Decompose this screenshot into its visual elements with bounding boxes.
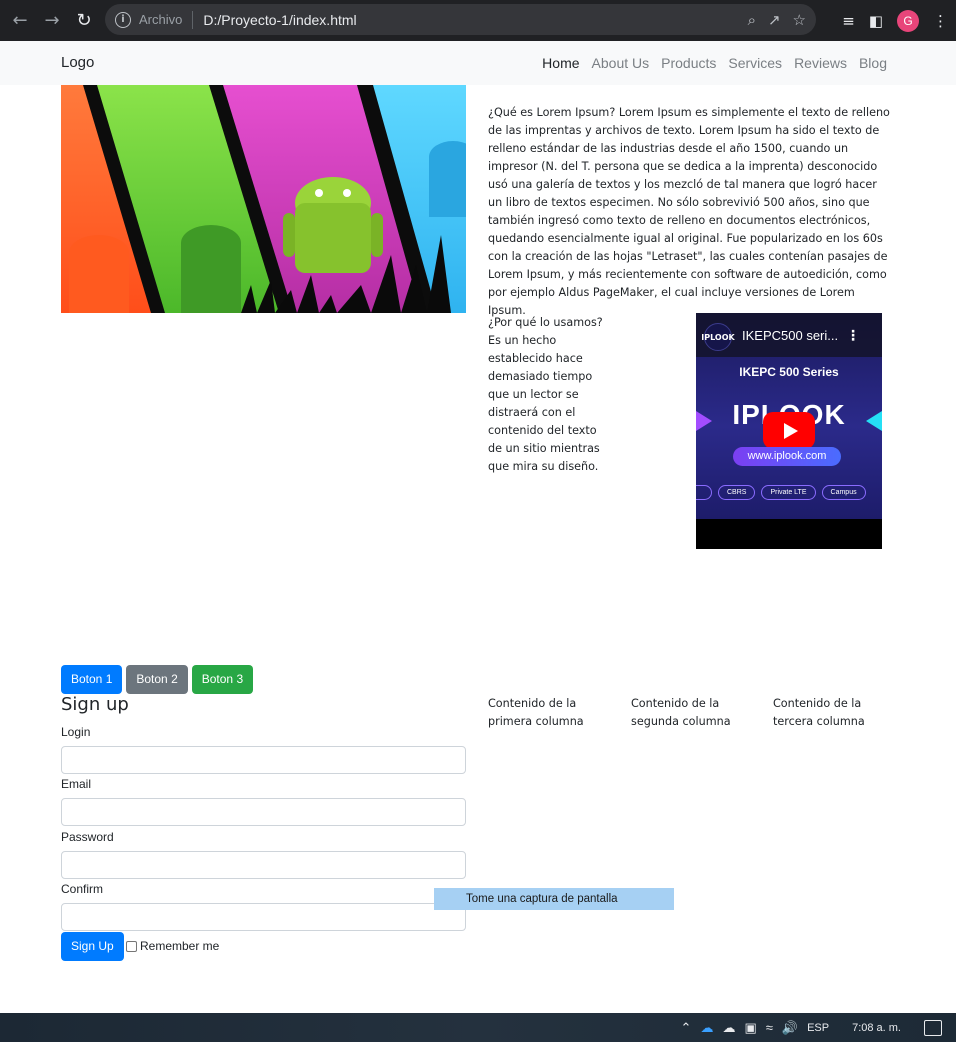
notification-icon[interactable] (924, 1019, 942, 1036)
zoom-icon[interactable]: ⌕ (748, 11, 756, 29)
hero-image (61, 85, 466, 313)
reload-icon[interactable]: ↻ (68, 5, 100, 37)
login-label: Login (61, 725, 91, 739)
remember-me[interactable]: Remember me (126, 939, 219, 953)
login-input[interactable] (61, 746, 466, 774)
password-label: Password (61, 830, 114, 844)
column-1: Contenido de la primera columna (488, 697, 584, 728)
nav-link-about[interactable]: About Us (592, 55, 650, 71)
play-button-icon[interactable] (763, 412, 815, 449)
confirm-input[interactable] (61, 903, 466, 931)
bookmark-star-icon[interactable]: ☆ (793, 11, 806, 29)
why-paragraph: ¿Por qué lo usamos? Es un hecho establec… (488, 316, 603, 473)
system-tray: ⌃ ☁ ☁ ▣ ≈ 🔊 ESP 7:08 a. m. (681, 1013, 942, 1042)
email-input[interactable] (61, 798, 466, 826)
profile-avatar[interactable]: G (897, 9, 919, 32)
video-series-text: IKEPC 500 Series (739, 365, 839, 379)
url-text[interactable]: D:/Proyecto-1/index.html (203, 12, 356, 28)
site-label: Archivo (139, 12, 183, 27)
side-panel-icon[interactable]: ◧ (869, 12, 883, 30)
video-thumbnail: IPLOOK IKEPC500 seri... ⋮ IKEPC 500 Seri… (696, 313, 882, 519)
address-bar[interactable]: i Archivo D:/Proyecto-1/index.html ⌕ ↗ ☆ (105, 4, 816, 35)
nav-link-products[interactable]: Products (661, 55, 716, 71)
nav-links: Home About Us Products Services Reviews … (542, 55, 887, 71)
boton-2-button[interactable]: Boton 2 (126, 665, 188, 694)
divider (192, 10, 194, 29)
boton-1-button[interactable]: Boton 1 (61, 665, 123, 694)
navbar-brand[interactable]: Logo (61, 54, 94, 71)
info-icon[interactable]: i (115, 11, 131, 28)
video-tags: CBRS Private LTE Campus (696, 485, 866, 500)
password-input[interactable] (61, 851, 466, 879)
remember-label: Remember me (140, 939, 220, 953)
video-tag: Private LTE (761, 485, 816, 500)
volume-icon[interactable]: 🔊 (782, 1020, 798, 1036)
menu-dots-icon[interactable]: ⋮ (933, 12, 948, 30)
nav-link-home[interactable]: Home (542, 55, 579, 71)
display-icon[interactable]: ▣ (744, 1020, 756, 1036)
wifi-icon[interactable]: ≈ (766, 1020, 773, 1035)
capture-tooltip: Tome una captura de pantalla (434, 888, 674, 910)
confirm-label: Confirm (61, 882, 104, 896)
column-2: Contenido de la segunda columna (631, 697, 731, 728)
onedrive-cloud-icon[interactable]: ☁ (700, 1020, 713, 1036)
back-arrow-icon[interactable]: ← (4, 5, 36, 37)
signup-title: Sign up (61, 694, 129, 715)
video-title[interactable]: IKEPC500 seri... (742, 328, 838, 343)
nav-link-services[interactable]: Services (728, 55, 782, 71)
share-icon[interactable]: ↗ (768, 11, 781, 29)
boton-3-button[interactable]: Boton 3 (191, 665, 254, 694)
column-3: Contenido de la tercera columna (773, 697, 865, 728)
remember-checkbox[interactable] (126, 940, 137, 952)
language-indicator[interactable]: ESP (807, 1022, 829, 1034)
browser-toolbar: ← → ↻ i Archivo D:/Proyecto-1/index.html… (0, 0, 956, 41)
video-url-pill: www.iplook.com (733, 447, 841, 466)
nav-link-reviews[interactable]: Reviews (794, 55, 847, 71)
signup-button[interactable]: Sign Up (61, 932, 124, 961)
media-queue-icon[interactable]: ≡ (842, 12, 855, 30)
android-artwork-icon (61, 85, 466, 313)
forward-arrow-icon[interactable]: → (36, 5, 68, 37)
youtube-embed[interactable]: IPLOOK IKEPC500 seri... ⋮ IKEPC 500 Seri… (696, 313, 882, 549)
windows-taskbar: ⌃ ☁ ☁ ▣ ≈ 🔊 ESP 7:08 a. m. (0, 1013, 956, 1042)
cloud-error-icon[interactable]: ☁ (722, 1020, 735, 1036)
video-header: IPLOOK IKEPC500 seri... ⋮ (696, 313, 882, 357)
video-tag: CBRS (718, 485, 756, 500)
chevron-up-icon[interactable]: ⌃ (681, 1020, 692, 1036)
video-tag (696, 485, 712, 500)
more-options-icon[interactable]: ⋮ (846, 328, 860, 344)
clock[interactable]: 7:08 a. m. (852, 1022, 901, 1034)
site-navbar: Logo Home About Us Products Services Rev… (0, 41, 956, 85)
nav-link-blog[interactable]: Blog (859, 55, 887, 71)
intro-paragraph: ¿Qué es Lorem Ipsum? Lorem Ipsum es simp… (488, 106, 890, 317)
channel-logo[interactable]: IPLOOK (701, 323, 735, 351)
button-group: Boton 1 Boton 2 Boton 3 (61, 665, 254, 694)
email-label: Email (61, 777, 92, 791)
video-tag: Campus (821, 485, 866, 500)
